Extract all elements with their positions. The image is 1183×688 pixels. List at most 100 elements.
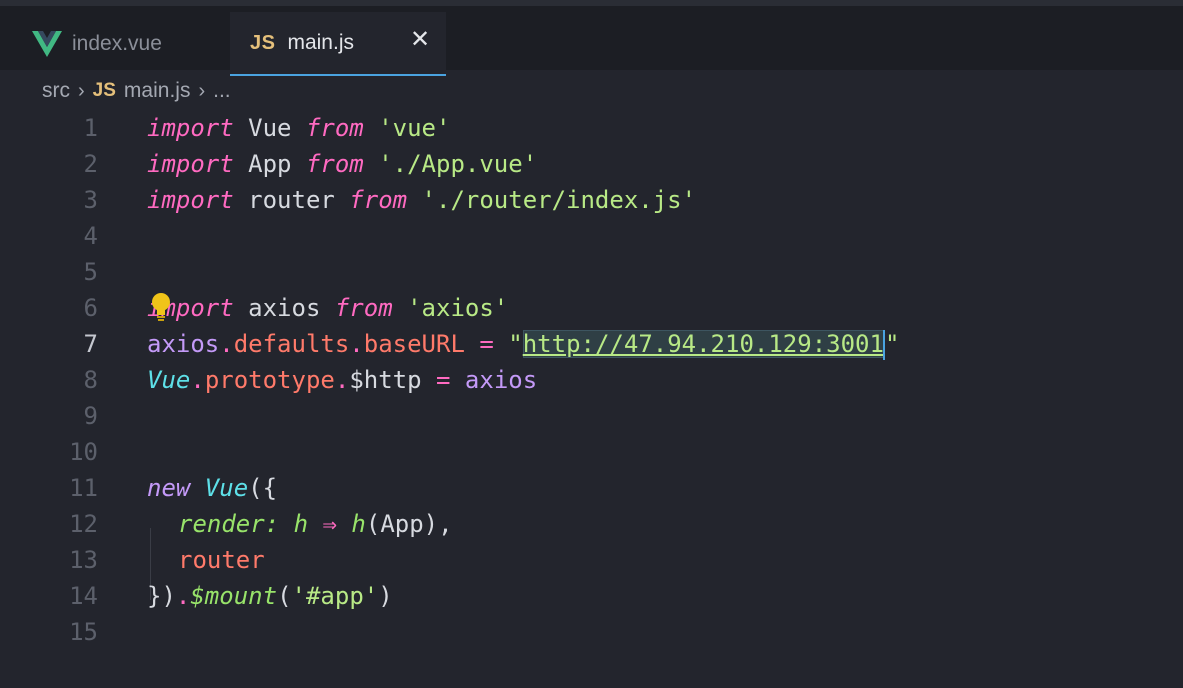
string-quote: " <box>508 330 523 358</box>
class-name: Vue <box>147 366 191 394</box>
code-text: axios.defaults.baseURL = "http://47.94.2… <box>147 326 899 362</box>
function-name: render <box>178 510 265 538</box>
punctuation: ( <box>277 582 292 610</box>
keyword: from <box>305 114 364 142</box>
code-line[interactable]: 9 <box>0 398 1183 434</box>
identifier: $http <box>349 366 422 394</box>
punctuation: . <box>219 330 234 358</box>
code-line[interactable]: 4 <box>0 218 1183 254</box>
code-line[interactable]: 5 <box>0 254 1183 290</box>
code-line[interactable]: 13 router <box>0 542 1183 578</box>
property: router <box>178 546 265 574</box>
identifier: Vue <box>233 114 306 142</box>
code-line[interactable]: 11 new Vue({ <box>0 470 1183 506</box>
code-text: import axios from 'axios' <box>147 290 508 326</box>
string-literal: 'vue' <box>363 114 451 142</box>
code-line[interactable]: 15 <box>0 614 1183 650</box>
line-number: 3 <box>83 186 98 214</box>
keyword: from <box>305 150 364 178</box>
chevron-right-icon: › <box>78 79 85 102</box>
chevron-right-icon: › <box>198 79 206 102</box>
url-link[interactable]: http://47.94.210.129:3001 <box>522 330 884 358</box>
line-number: 15 <box>69 618 98 646</box>
js-icon: JS <box>92 80 116 101</box>
line-number: 2 <box>83 150 98 178</box>
code-line[interactable]: 3 import router from './router/index.js' <box>0 182 1183 218</box>
punctuation: . <box>349 330 364 358</box>
class-name: Vue <box>190 474 249 502</box>
code-line[interactable]: 8 Vue.prototype.$http = axios <box>0 362 1183 398</box>
code-text: new Vue({ <box>147 470 277 506</box>
code-line[interactable]: 2 import App from './App.vue' <box>0 146 1183 182</box>
function-name: h <box>336 510 366 538</box>
code-line[interactable]: 10 <box>0 434 1183 470</box>
line-number: 11 <box>69 474 98 502</box>
lightbulb-icon[interactable] <box>150 292 172 322</box>
keyword: import <box>147 114 234 142</box>
keyword: from <box>334 294 393 322</box>
code-line[interactable]: 12 render: h ⇒ h(App), <box>0 506 1183 542</box>
code-text: }).$mount('#app') <box>147 578 393 614</box>
code-text: Vue.prototype.$http = axios <box>147 362 537 398</box>
string-quote: " <box>884 330 900 358</box>
punctuation: (App), <box>365 510 453 538</box>
code-line[interactable]: 14 }).$mount('#app') <box>0 578 1183 614</box>
punctuation: }) <box>147 582 176 610</box>
code-text: import App from './App.vue' <box>147 146 537 182</box>
punctuation: . <box>334 366 350 394</box>
tab-bar: index.vue JS main.js ✕ <box>0 0 1183 76</box>
parameter: h <box>279 510 323 538</box>
line-number: 1 <box>83 114 98 142</box>
breadcrumb-file[interactable]: main.js <box>124 79 191 103</box>
tab-main-js[interactable]: JS main.js ✕ <box>230 12 446 76</box>
keyword: from <box>349 186 408 214</box>
tab-label: main.js <box>287 31 354 54</box>
code-text: render: h ⇒ h(App), <box>178 506 453 542</box>
property: prototype <box>204 366 335 394</box>
close-icon[interactable]: ✕ <box>410 28 430 52</box>
keyword: new <box>147 474 191 502</box>
line-number: 6 <box>83 294 98 322</box>
property: baseURL <box>363 330 465 358</box>
code-line-active[interactable]: 7 axios.defaults.baseURL = "http://47.94… <box>0 326 1183 362</box>
string-literal: './router/index.js' <box>407 186 697 214</box>
line-number: 7 <box>83 330 98 358</box>
js-icon: JS <box>250 31 276 54</box>
property: defaults <box>233 330 350 358</box>
punctuation: : <box>264 510 280 538</box>
operator: = <box>464 330 509 358</box>
code-editor[interactable]: 1 import Vue from 'vue' 2 import App fro… <box>0 110 1183 688</box>
string-literal: '#app' <box>291 582 379 610</box>
identifier: router <box>233 186 350 214</box>
line-number: 5 <box>83 258 98 286</box>
punctuation: ) <box>378 582 393 610</box>
keyword: import <box>147 150 234 178</box>
function-name: $mount <box>190 582 278 610</box>
tab-index-vue[interactable]: index.vue <box>14 12 228 76</box>
arrow-operator: ⇒ <box>322 510 337 538</box>
punctuation: ({ <box>248 474 278 502</box>
punctuation: . <box>190 366 205 394</box>
code-text: import Vue from 'vue' <box>147 110 450 146</box>
code-text: import router from './router/index.js' <box>147 182 696 218</box>
breadcrumb-folder[interactable]: src <box>42 79 70 103</box>
string-literal: './App.vue' <box>363 150 538 178</box>
line-number: 9 <box>83 402 98 430</box>
code-line[interactable]: 1 import Vue from 'vue' <box>0 110 1183 146</box>
punctuation: . <box>175 582 191 610</box>
breadcrumb-more[interactable]: ... <box>213 79 231 103</box>
identifier: axios <box>464 366 538 394</box>
tab-label: index.vue <box>72 32 162 55</box>
identifier: axios <box>147 330 220 358</box>
line-number: 10 <box>69 438 98 466</box>
identifier: App <box>233 150 306 178</box>
code-line[interactable]: 6 import axios from 'axios' <box>0 290 1183 326</box>
identifier: axios <box>233 294 335 322</box>
line-number: 14 <box>69 582 98 610</box>
operator: = <box>421 366 465 394</box>
vue-icon <box>32 31 62 57</box>
code-text: router <box>178 542 265 578</box>
line-number: 8 <box>83 366 98 394</box>
editor-window: index.vue JS main.js ✕ src › JS main.js … <box>0 0 1183 688</box>
line-number: 12 <box>69 510 98 538</box>
